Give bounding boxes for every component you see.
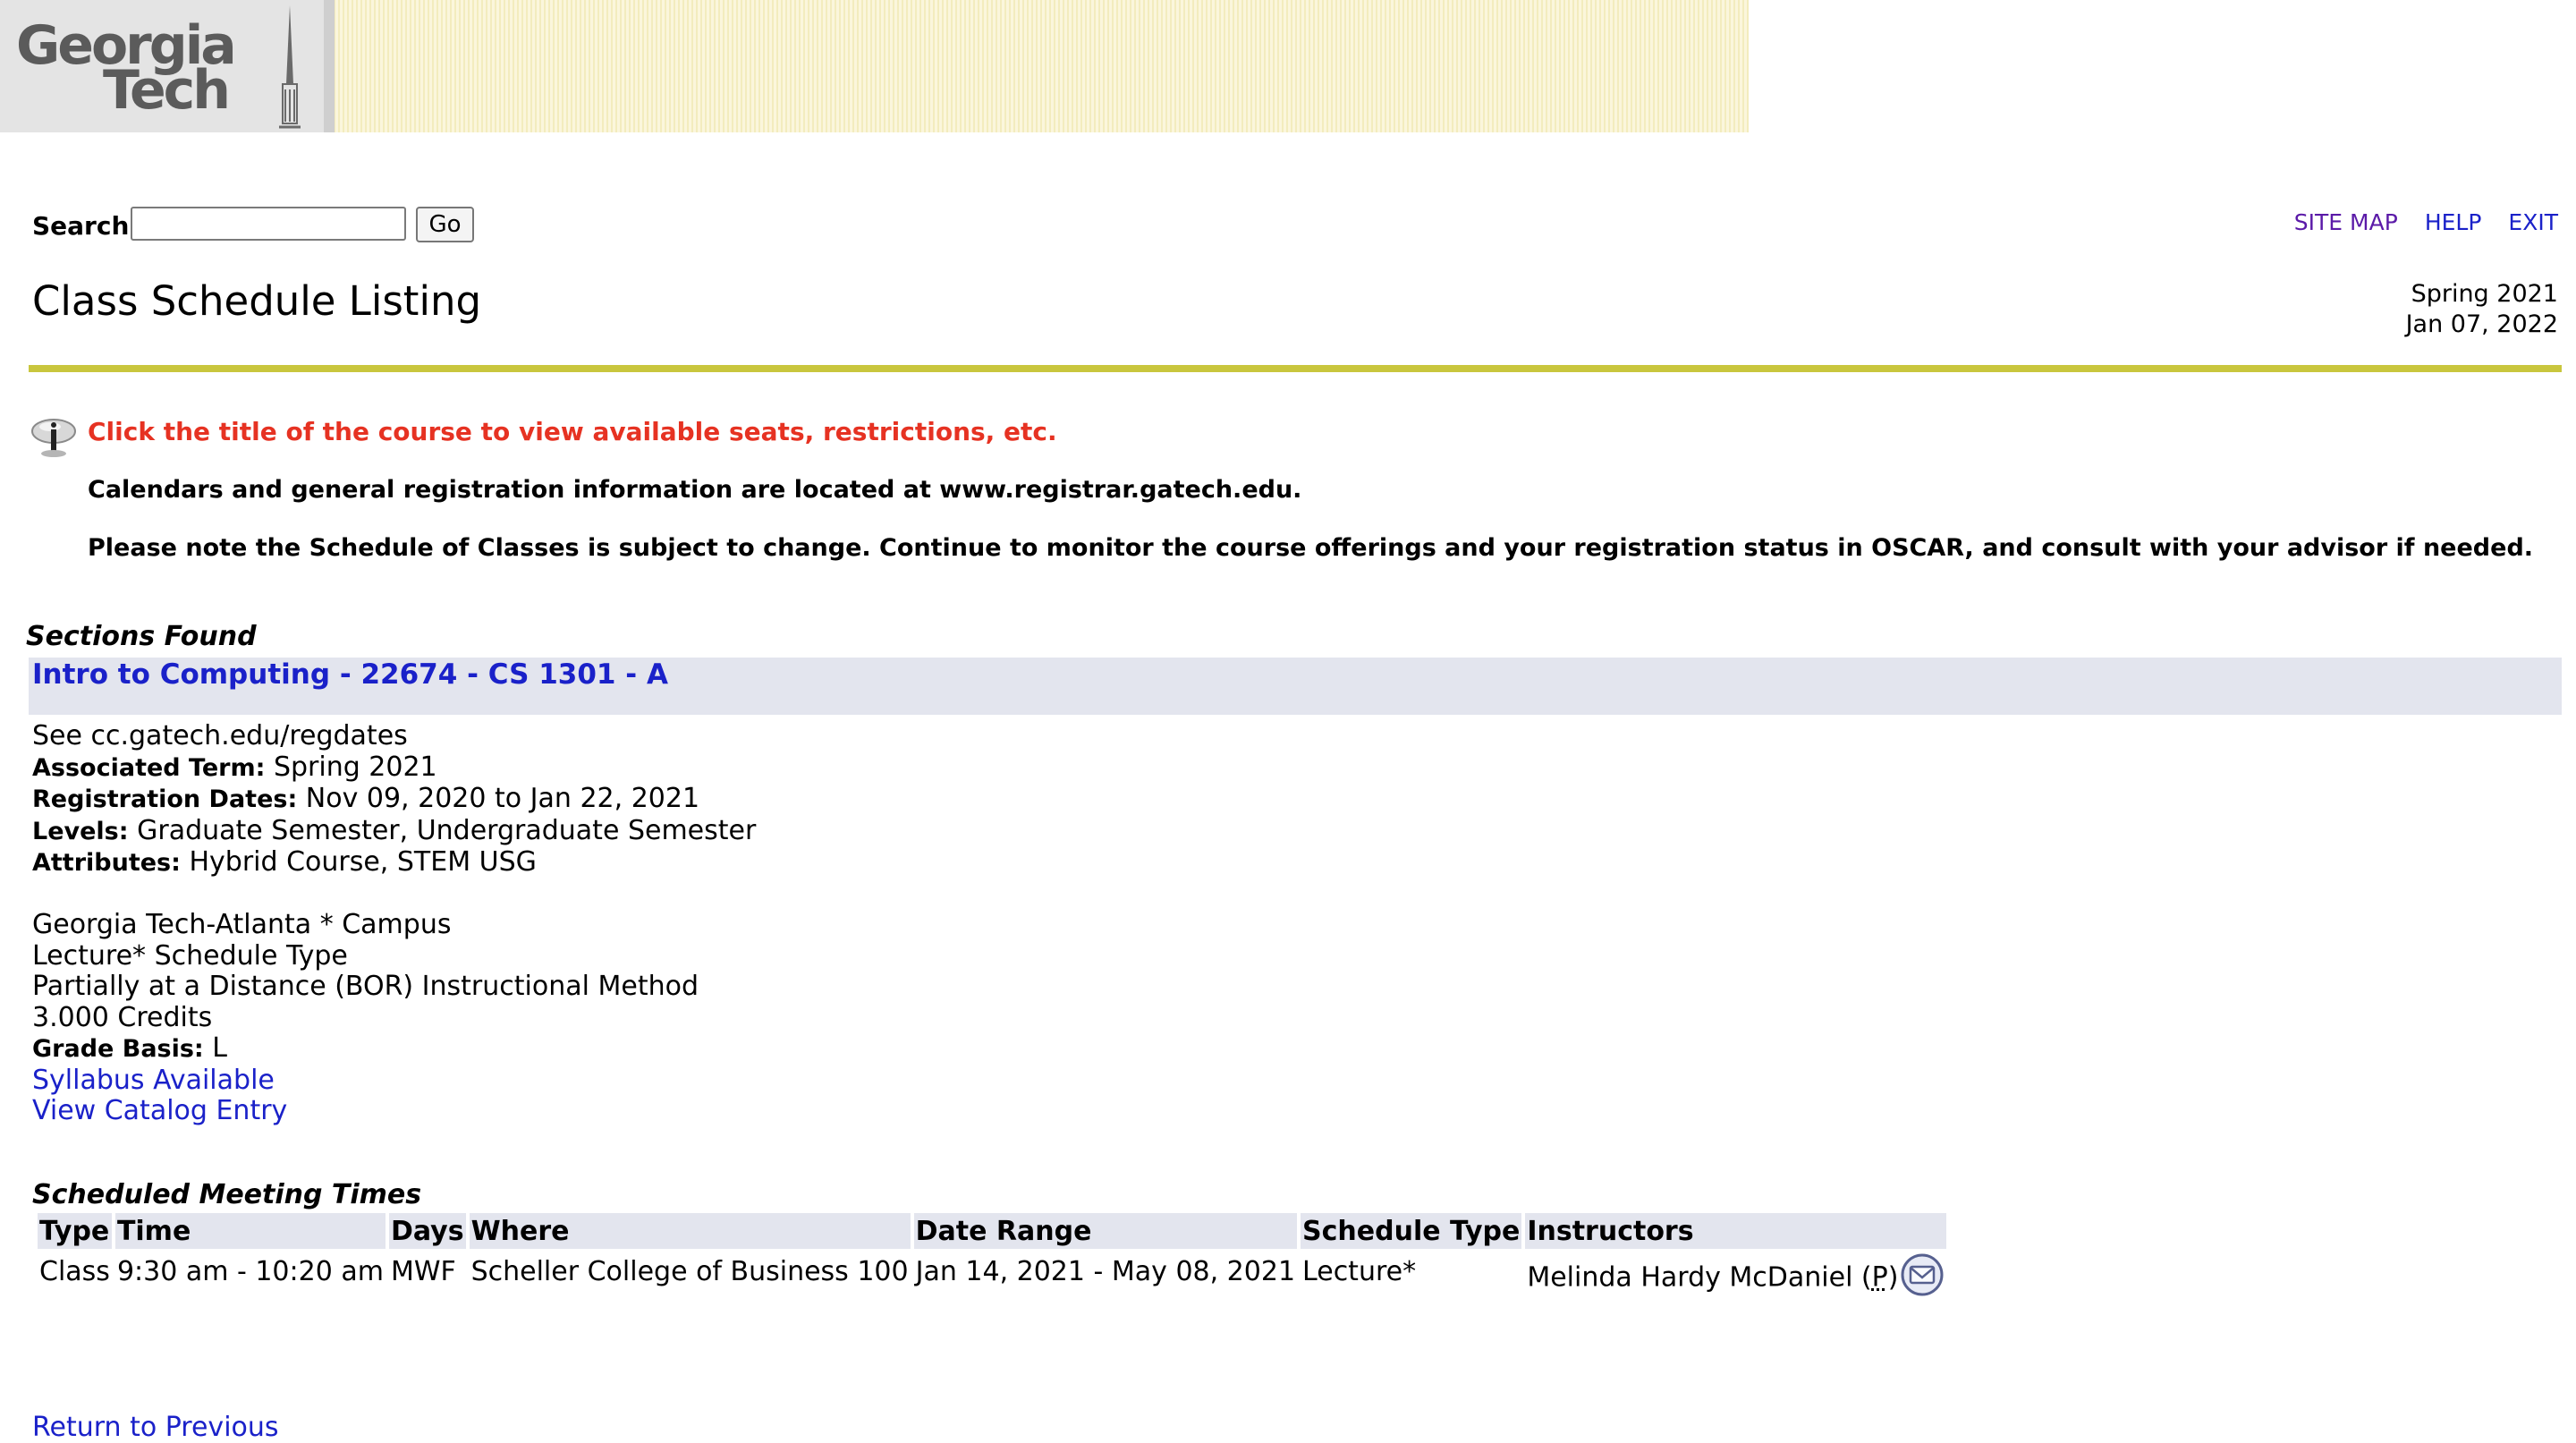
col-header-type: Type bbox=[38, 1213, 112, 1249]
help-link[interactable]: HELP bbox=[2425, 209, 2482, 235]
sections-found-heading: Sections Found bbox=[26, 621, 257, 652]
col-header-time: Time bbox=[114, 1213, 386, 1249]
associated-term-value: Spring 2021 bbox=[273, 751, 437, 783]
col-header-schedule-type: Schedule Type bbox=[1301, 1213, 1522, 1249]
go-button[interactable]: Go bbox=[416, 207, 474, 242]
table-row: Class 9:30 am - 10:20 am MWF Scheller Co… bbox=[38, 1249, 1946, 1301]
registrar-info-text: Calendars and general registration infor… bbox=[88, 476, 1302, 504]
col-header-where: Where bbox=[469, 1213, 911, 1249]
campus-text: Georgia Tech-Atlanta * Campus bbox=[32, 909, 452, 940]
return-to-previous-link[interactable]: Return to Previous bbox=[32, 1412, 279, 1443]
term-date-block: Spring 2021 Jan 07, 2022 bbox=[2406, 279, 2558, 340]
logo-separator bbox=[324, 0, 335, 132]
search-label: Search bbox=[32, 211, 130, 241]
attributes-row: Attributes: Hybrid Course, STEM USG bbox=[32, 846, 756, 879]
registration-dates-value: Nov 09, 2020 to Jan 22, 2021 bbox=[305, 783, 700, 814]
attributes-label: Attributes: bbox=[32, 849, 181, 877]
logo-text-tech: Tech bbox=[103, 59, 231, 122]
section-title-link[interactable]: Intro to Computing - 22674 - CS 1301 - A bbox=[32, 658, 668, 691]
cell-days: MWF bbox=[390, 1256, 456, 1287]
exit-link[interactable]: EXIT bbox=[2508, 209, 2558, 235]
meeting-times-table: Type Time Days Where Date Range Schedule… bbox=[34, 1213, 1950, 1301]
registration-dates-row: Registration Dates: Nov 09, 2020 to Jan … bbox=[32, 783, 756, 816]
table-header-row: Type Time Days Where Date Range Schedule… bbox=[38, 1213, 1947, 1249]
cell-time: 9:30 am - 10:20 am bbox=[116, 1256, 384, 1287]
col-header-instructors: Instructors bbox=[1525, 1213, 1947, 1249]
georgia-tech-logo[interactable]: Georgia Tech bbox=[0, 0, 324, 132]
associated-term-label: Associated Term: bbox=[32, 753, 266, 782]
cell-instructors: Melinda Hardy McDaniel (P) bbox=[1525, 1249, 1946, 1301]
col-header-days: Days bbox=[388, 1213, 466, 1249]
info-pin-icon bbox=[31, 419, 76, 457]
cell-date-range: Jan 14, 2021 - May 08, 2021 bbox=[915, 1256, 1296, 1287]
primary-instructor-marker: P bbox=[1871, 1261, 1888, 1294]
meeting-times-caption: Scheduled Meeting Times bbox=[32, 1179, 422, 1210]
view-catalog-entry-link[interactable]: View Catalog Entry bbox=[32, 1095, 287, 1126]
grade-basis-value: L bbox=[212, 1032, 227, 1064]
credits-text: 3.000 Credits bbox=[32, 1001, 213, 1033]
registration-dates-label: Registration Dates: bbox=[32, 785, 298, 813]
details-spacer bbox=[32, 879, 756, 911]
regdates-note: See cc.gatech.edu/regdates bbox=[32, 720, 408, 751]
current-date: Jan 07, 2022 bbox=[2405, 310, 2558, 338]
current-term: Spring 2021 bbox=[2411, 280, 2558, 308]
cell-type: Class bbox=[39, 1256, 110, 1287]
grade-basis-label: Grade Basis: bbox=[32, 1035, 204, 1063]
syllabus-link[interactable]: Syllabus Available bbox=[32, 1065, 275, 1096]
grade-basis-row: Grade Basis: L bbox=[32, 1032, 756, 1065]
site-map-link[interactable]: SITE MAP bbox=[2294, 209, 2398, 235]
levels-value: Graduate Semester, Undergraduate Semeste… bbox=[137, 814, 757, 846]
search-input[interactable] bbox=[131, 207, 406, 241]
schedule-type-text: Lecture* Schedule Type bbox=[32, 939, 348, 972]
cell-schedule-type: Lecture* bbox=[1302, 1256, 1417, 1287]
instructional-method-text: Partially at a Distance (BOR) Instructio… bbox=[32, 971, 699, 1002]
attributes-value: Hybrid Course, STEM USG bbox=[189, 846, 537, 878]
levels-row: Levels: Graduate Semester, Undergraduate… bbox=[32, 814, 757, 848]
levels-label: Levels: bbox=[32, 817, 129, 845]
schedule-change-notice: Please note the Schedule of Classes is s… bbox=[88, 534, 2534, 562]
email-icon[interactable] bbox=[1900, 1252, 1945, 1297]
associated-term-row: Associated Term: Spring 2021 bbox=[32, 751, 756, 785]
section-details: See cc.gatech.edu/regdates Associated Te… bbox=[32, 720, 757, 1127]
top-nav-links: SITE MAP HELP EXIT bbox=[2294, 209, 2558, 235]
course-title-hint: Click the title of the course to view av… bbox=[88, 417, 1057, 446]
cell-where: Scheller College of Business 100 bbox=[470, 1256, 909, 1287]
primary-close-paren: ) bbox=[1887, 1261, 1899, 1294]
col-header-date-range: Date Range bbox=[913, 1213, 1298, 1249]
page-title: Class Schedule Listing bbox=[32, 277, 482, 325]
instructor-name: Melinda Hardy McDaniel ( bbox=[1527, 1261, 1872, 1294]
tech-tower-icon bbox=[279, 5, 301, 129]
header-divider bbox=[29, 365, 2562, 372]
